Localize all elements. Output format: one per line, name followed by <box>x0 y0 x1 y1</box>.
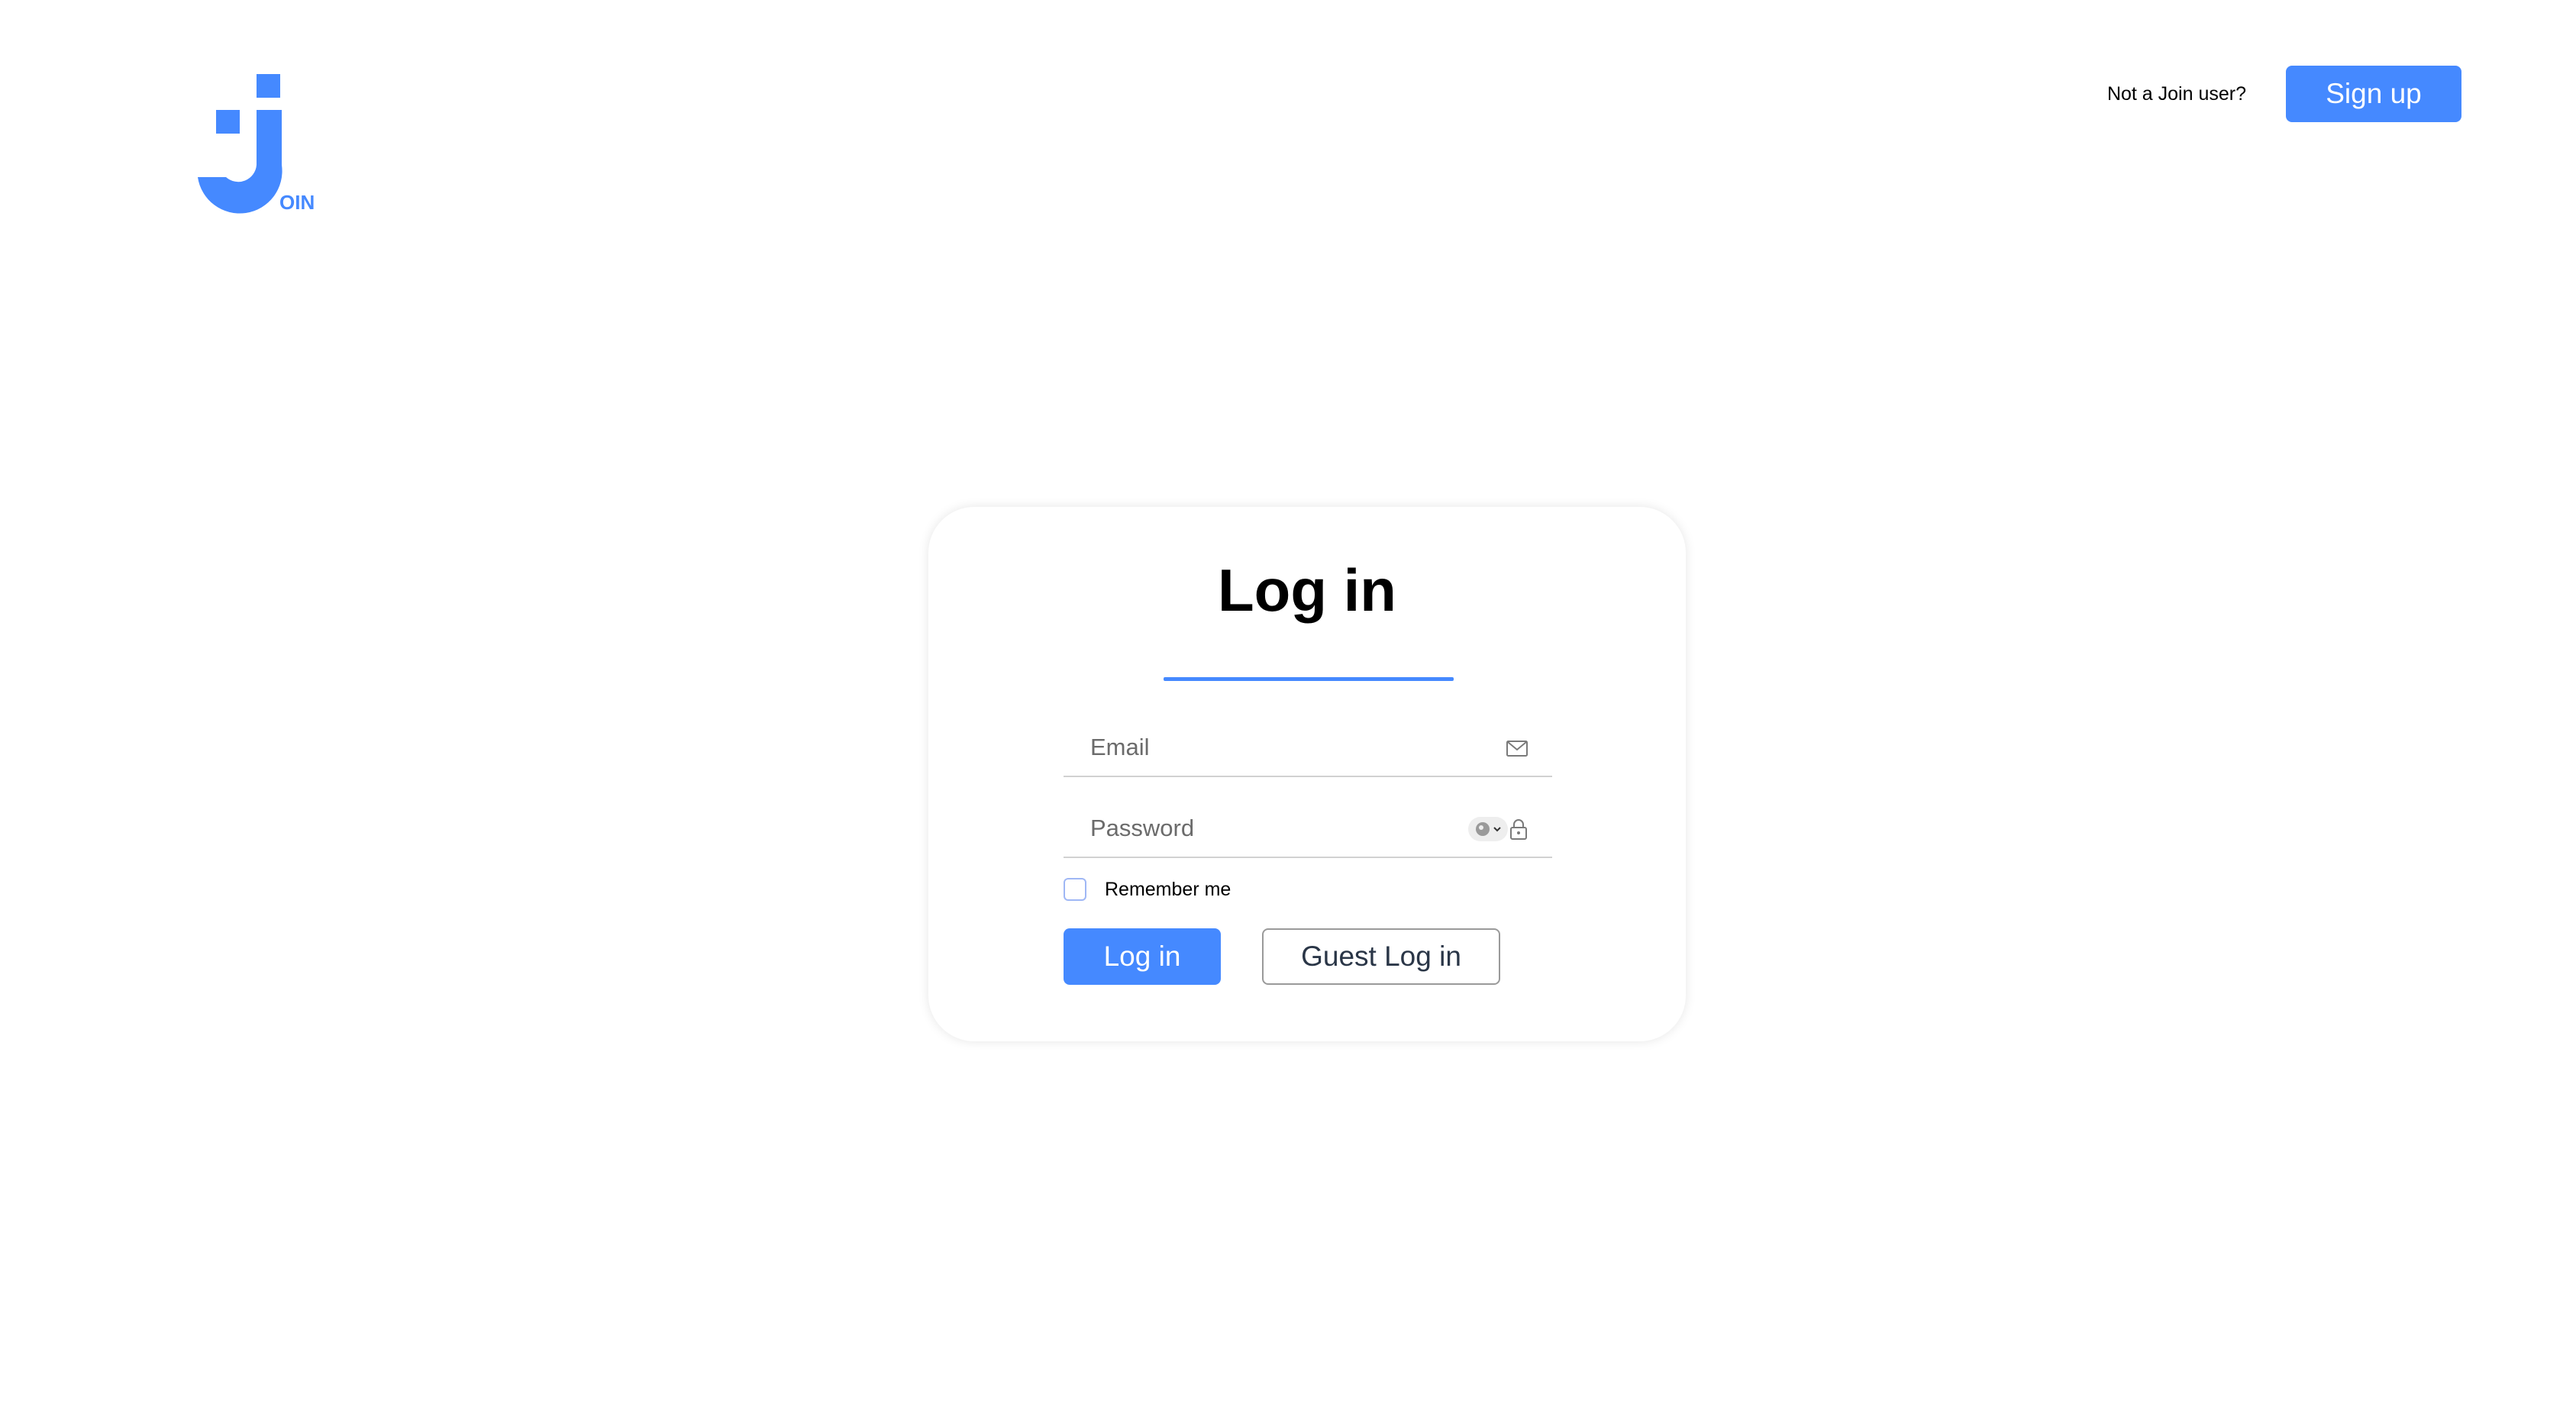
guest-login-button[interactable]: Guest Log in <box>1262 928 1500 985</box>
chevron-down-icon <box>1493 827 1501 832</box>
mail-icon <box>1506 741 1528 757</box>
password-manager-button[interactable] <box>1468 817 1508 841</box>
login-page: OIN Not a Join user? Sign up Log in Emai… <box>0 0 2576 1407</box>
remember-me-row: Remember me <box>1064 878 1231 901</box>
email-field-wrapper <box>1064 719 1552 777</box>
remember-me-checkbox[interactable] <box>1064 878 1086 901</box>
password-field-wrapper <box>1064 800 1552 858</box>
login-title: Log in <box>1218 557 1396 624</box>
not-user-text: Not a Join user? <box>2106 82 2246 105</box>
logo-text: OIN <box>279 191 315 214</box>
login-card: Log in Email Remember me Log in Guest Lo… <box>928 507 1686 1041</box>
join-logo[interactable]: OIN <box>195 70 333 223</box>
signup-button[interactable]: Sign up <box>2286 66 2461 122</box>
lock-icon <box>1510 819 1527 840</box>
remember-me-label[interactable]: Remember me <box>1105 879 1231 901</box>
title-underline <box>1164 677 1454 681</box>
key-icon <box>1476 822 1490 836</box>
join-logo-icon: OIN <box>198 74 315 214</box>
email-input[interactable] <box>1064 719 1552 776</box>
login-button[interactable]: Log in <box>1064 928 1221 985</box>
header-right: Not a Join user? Sign up <box>2107 66 2461 122</box>
login-button-row: Log in Guest Log in <box>1064 928 1500 985</box>
